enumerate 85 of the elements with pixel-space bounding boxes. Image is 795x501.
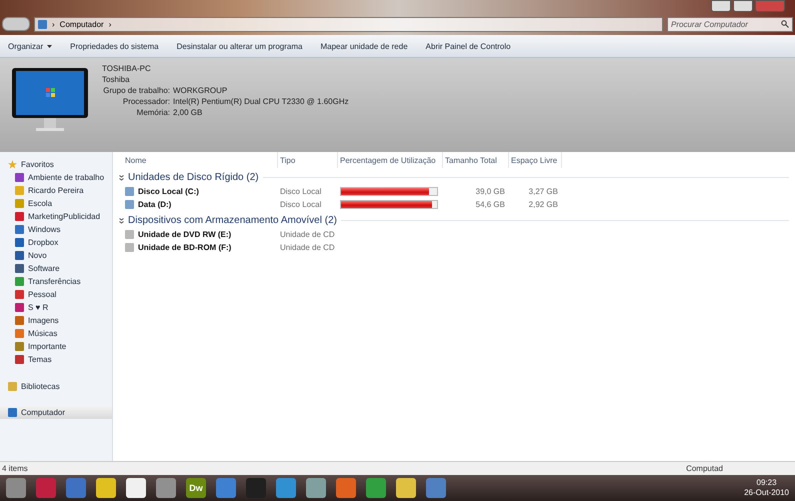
taskbar-app-icon[interactable] <box>306 478 326 498</box>
free-space: 2,92 GB <box>528 200 559 209</box>
libraries-icon <box>8 382 17 391</box>
taskbar-app-icon[interactable] <box>276 478 296 498</box>
drive-type: Disco Local <box>280 187 322 196</box>
toolbar-button[interactable]: Organizar <box>8 42 52 50</box>
computer-icon <box>8 408 17 417</box>
sidebar-item[interactable]: MarketingPublicidad <box>0 210 112 223</box>
taskbar-app-icon[interactable] <box>426 478 446 498</box>
start-button[interactable] <box>6 478 26 498</box>
sidebar-item[interactable]: Ricardo Pereira <box>0 184 112 197</box>
drive-name[interactable]: Disco Local (C:) <box>125 187 280 196</box>
back-forward-buttons[interactable] <box>2 17 30 31</box>
breadcrumb[interactable]: Computador <box>60 20 104 28</box>
path-separator: › <box>52 20 55 28</box>
taskbar-app[interactable]: Dw <box>186 478 206 498</box>
drive-name[interactable]: Unidade de BD-ROM (F:) <box>125 243 280 252</box>
field-value: Intel(R) Pentium(R) Dual CPU T2330 @ 1.60GHz <box>173 97 349 106</box>
taskbar-app-icon[interactable] <box>66 478 86 498</box>
column-header[interactable]: Tipo <box>278 152 338 168</box>
location-label: Computad <box>686 464 723 473</box>
taskbar-app-icon[interactable] <box>156 478 176 498</box>
caret-icon <box>47 44 52 48</box>
sidebar-item[interactable]: Temas <box>0 353 112 366</box>
clock-time: 09:23 <box>756 478 778 488</box>
drive-name[interactable]: Unidade de DVD RW (E:) <box>125 230 280 239</box>
clock-date: 26-Out-2010 <box>744 488 789 498</box>
sidebar-item[interactable]: S ♥ R <box>0 301 112 314</box>
search-icon <box>781 20 789 28</box>
sidebar-item[interactable]: Windows <box>0 223 112 236</box>
collapse-icon[interactable] <box>119 218 124 224</box>
sidebar-item[interactable]: Bibliotecas <box>0 380 112 393</box>
drive-type: Unidade de CD <box>280 243 336 252</box>
total-size: 54,6 GB <box>474 200 506 209</box>
taskbar-app-icon[interactable] <box>126 478 146 498</box>
minimize-button[interactable] <box>711 0 731 12</box>
field-label: Processador: <box>122 97 170 106</box>
toolbar-button[interactable]: Desinstalar ou alterar um programa <box>176 42 302 50</box>
field-value: 2,00 GB <box>173 108 204 117</box>
taskbar-app-icon[interactable] <box>246 478 266 498</box>
group-title: Dispositivos com Armazenamento Amovível (2) <box>128 215 337 226</box>
field-label: Grupo de trabalho: <box>102 86 170 95</box>
sidebar-item[interactable]: Imagens <box>0 314 112 327</box>
taskbar-app-icon[interactable] <box>216 478 236 498</box>
item-count: 4 items <box>2 464 28 473</box>
sidebar-item[interactable]: Ambiente de trabalho <box>0 171 112 184</box>
free-space: 3,27 GB <box>528 187 559 196</box>
toolbar-button[interactable]: Mapear unidade de rede <box>320 42 408 50</box>
column-header[interactable]: Espaço Livre <box>509 152 562 168</box>
taskbar-app-icon[interactable] <box>396 478 416 498</box>
drive-type: Disco Local <box>280 200 322 209</box>
sidebar-item[interactable]: Software <box>0 262 112 275</box>
taskbar-app-icon[interactable] <box>366 478 386 498</box>
computer-model: Toshiba <box>102 75 131 84</box>
field-value: WORKGROUP <box>173 86 228 95</box>
group-title: Unidades de Disco Rígido (2) <box>128 172 259 183</box>
maximize-button[interactable] <box>733 0 753 12</box>
column-header[interactable]: Percentagem de Utilização <box>338 152 443 168</box>
computer-icon <box>38 20 47 28</box>
collapse-icon[interactable] <box>119 174 124 180</box>
sidebar-item[interactable]: Pessoal <box>0 288 112 301</box>
favorites-item[interactable]: Favoritos <box>0 158 112 171</box>
sidebar-item[interactable]: Novo <box>0 249 112 262</box>
sidebar-item[interactable]: Transferências <box>0 275 112 288</box>
toolbar-button[interactable]: Propriedades do sistema <box>70 42 159 50</box>
taskbar-app-icon[interactable] <box>36 478 56 498</box>
column-header[interactable]: Nome <box>123 152 278 168</box>
drive-name[interactable]: Data (D:) <box>125 200 280 209</box>
taskbar-app-icon[interactable] <box>96 478 116 498</box>
computer-name: TOSHIBA-PC <box>102 64 152 73</box>
sidebar-item[interactable]: Computador <box>0 406 112 419</box>
sidebar-item[interactable]: Escola <box>0 197 112 210</box>
drive-type: Unidade de CD <box>280 230 336 239</box>
sidebar-item[interactable]: Músicas <box>0 327 112 340</box>
sidebar-item[interactable]: Dropbox <box>0 236 112 249</box>
total-size: 39,0 GB <box>474 187 506 196</box>
path-separator: › <box>108 20 112 28</box>
address-field[interactable]: › Computador › <box>34 16 663 32</box>
field-label: Memória: <box>136 108 170 117</box>
sidebar-item[interactable]: Importante <box>0 340 112 353</box>
taskbar-app-icon[interactable] <box>336 478 356 498</box>
search-field[interactable]: Procurar Computador <box>667 16 793 32</box>
star-icon <box>8 160 17 169</box>
column-header[interactable]: Tamanho Total <box>443 152 509 168</box>
toolbar-button[interactable]: Abrir Painel de Controlo <box>426 42 511 50</box>
